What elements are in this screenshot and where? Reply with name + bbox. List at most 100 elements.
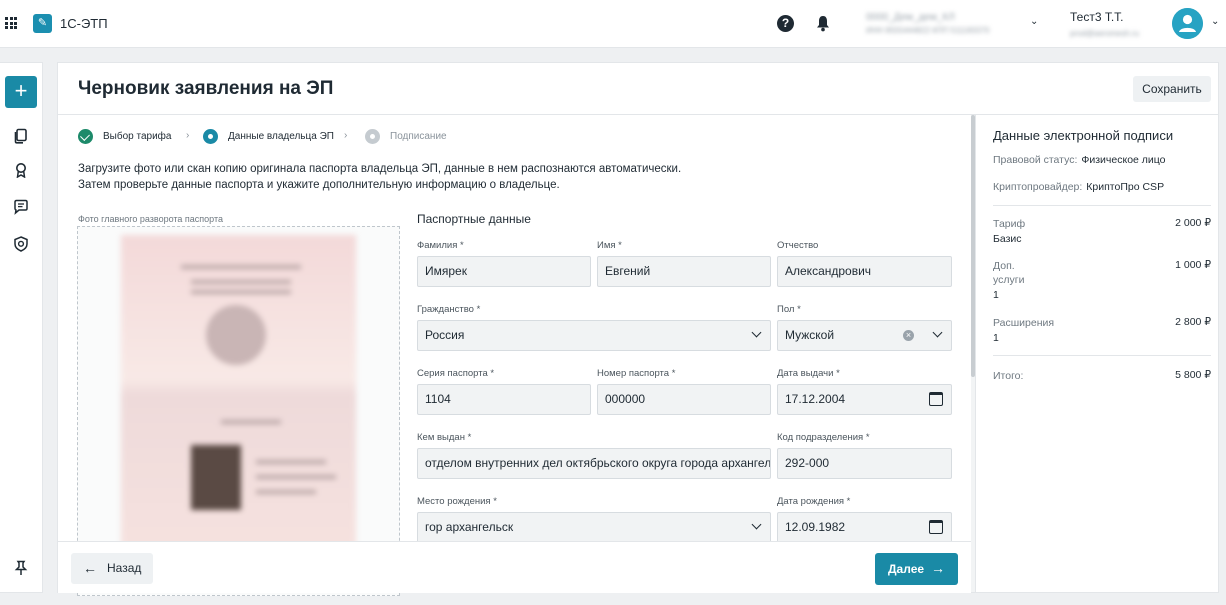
side-divider (975, 115, 976, 592)
gender-label: Пол * (777, 304, 801, 315)
avatar[interactable] (1172, 8, 1203, 39)
step-label: Выбор тарифа (103, 131, 172, 142)
extensions-row: Расширения 1 2 800 ₽ (993, 316, 1211, 346)
pin-icon[interactable] (13, 560, 29, 576)
issued-by-field[interactable]: отделом внутренних дел октябрьского окру… (417, 448, 771, 479)
save-button[interactable]: Сохранить (1133, 76, 1211, 102)
last-name-field[interactable]: Имярек (417, 256, 591, 287)
passport-number-label: Номер паспорта * (597, 368, 676, 379)
first-name-field[interactable]: Евгений (597, 256, 771, 287)
step-label: Подписание (390, 131, 447, 142)
patronymic-label: Отчество (777, 240, 819, 251)
org-details: ИНН 8555444822 КПП 511183370 (866, 26, 990, 35)
extensions-price: 2 800 ₽ (1175, 316, 1211, 328)
chevron-down-icon[interactable] (751, 519, 762, 530)
first-name-label: Имя * (597, 240, 622, 251)
back-button[interactable]: ← Назад (71, 553, 153, 584)
bell-icon[interactable] (816, 15, 830, 32)
crypto-provider-key: Криптопровайдер: (993, 181, 1083, 193)
security-shield-icon[interactable] (13, 236, 29, 252)
step-owner-data[interactable]: Данные владельца ЭП (203, 129, 334, 144)
user-email: prod@aeromesh.ru (1070, 29, 1140, 38)
passport-series-label: Серия паспорта * (417, 368, 495, 379)
issue-date-value: 17.12.2004 (785, 392, 846, 406)
check-icon (78, 129, 93, 144)
passport-series-field[interactable]: 1104 (417, 384, 591, 415)
step-chevron-right-icon: › (186, 130, 190, 141)
arrow-left-icon: ← (83, 560, 97, 576)
birth-date-value: 12.09.1982 (785, 520, 846, 534)
tariff-value: Базис (993, 233, 1022, 245)
passport-number-field[interactable]: 000000 (597, 384, 771, 415)
help-icon[interactable]: ? (777, 15, 794, 32)
crypto-provider-row: Криптопровайдер: КриптоПро CSP (993, 181, 1164, 193)
step-signing: Подписание (365, 129, 447, 144)
issue-date-field[interactable]: 17.12.2004 (777, 384, 952, 415)
instructions: Загрузите фото или скан копию оригинала … (78, 161, 718, 193)
birth-place-label: Место рождения * (417, 496, 497, 507)
citizenship-value: Россия (425, 328, 465, 342)
step-tariff[interactable]: Выбор тарифа (78, 129, 171, 144)
application-form-card: Черновик заявления на ЭП Сохранить Выбор… (57, 62, 1219, 596)
extra-services-price: 1 000 ₽ (1175, 259, 1211, 271)
page-title: Черновик заявления на ЭП (78, 78, 334, 99)
division-code-field[interactable]: 292-000 (777, 448, 952, 479)
crypto-provider-value: КриптоПро CSP (1086, 181, 1165, 193)
chat-icon[interactable] (13, 199, 29, 215)
last-name-label: Фамилия * (417, 240, 464, 251)
user-name: Тест3 Т.Т. (1070, 10, 1124, 24)
birth-date-field[interactable]: 12.09.1982 (777, 512, 952, 543)
patronymic-field[interactable]: Александрович (777, 256, 952, 287)
user-menu[interactable]: Тест3 Т.Т. prod@aeromesh.ru (1070, 10, 1165, 38)
step-chevron-right-icon: › (344, 130, 348, 141)
extensions-count: 1 (993, 332, 999, 344)
header-divider (58, 114, 1218, 115)
organization-selector[interactable]: 0000_Дем_дем_КЛ ИНН 8555444822 КПП 51118… (866, 12, 1026, 38)
photo-label: Фото главного разворота паспорта (78, 214, 224, 224)
step-label: Данные владельца ЭП (228, 131, 334, 142)
app-logo-icon[interactable]: ✎ (33, 14, 52, 33)
summary-title: Данные электронной подписи (993, 128, 1174, 143)
app-title[interactable]: 1С-ЭТП (60, 16, 108, 31)
total-price: 5 800 ₽ (1175, 369, 1211, 381)
birth-place-value: гор архангельск (425, 520, 514, 534)
extra-services-count: 1 (993, 289, 999, 301)
division-code-label: Код подразделения * (777, 432, 870, 443)
gender-value: Мужской (785, 328, 835, 342)
org-chevron-down-icon[interactable]: ⌄ (1030, 16, 1038, 27)
clear-icon[interactable]: × (903, 330, 914, 341)
left-sidebar: + (0, 62, 43, 593)
tariff-price: 2 000 ₽ (1175, 217, 1211, 229)
apps-grid-icon[interactable] (5, 17, 17, 29)
passport-image (121, 235, 356, 555)
certificate-award-icon[interactable] (13, 162, 29, 178)
calendar-icon[interactable] (929, 520, 943, 534)
total-row: Итого: 5 800 ₽ (993, 369, 1211, 383)
create-new-button[interactable]: + (5, 76, 37, 108)
org-name: 0000_Дем_дем_КЛ (866, 12, 955, 23)
documents-icon[interactable] (13, 128, 29, 144)
tariff-row: Тариф Базис 2 000 ₽ (993, 217, 1211, 247)
next-button[interactable]: Далее → (875, 553, 958, 585)
next-label: Далее (888, 562, 925, 576)
birth-date-label: Дата рождения * (777, 496, 851, 507)
user-chevron-down-icon[interactable]: ⌄ (1211, 16, 1219, 27)
arrow-right-icon: → (931, 560, 945, 576)
top-bar: ✎ 1С-ЭТП ? 0000_Дем_дем_КЛ ИНН 855544482… (0, 0, 1226, 48)
passport-section-title: Паспортные данные (417, 212, 531, 226)
back-label: Назад (107, 561, 142, 575)
chevron-down-icon[interactable] (751, 327, 762, 338)
legal-status-key: Правовой статус: (993, 154, 1078, 166)
extra-services-name-cont: услуги (993, 274, 1025, 286)
calendar-icon[interactable] (929, 392, 943, 406)
chevron-down-icon[interactable] (932, 327, 943, 338)
issue-date-label: Дата выдачи * (777, 368, 840, 379)
legal-status-row: Правовой статус: Физическое лицо (993, 154, 1166, 166)
birth-place-select[interactable]: гор архангельск (417, 512, 771, 543)
summary-divider (993, 205, 1211, 206)
instructions-line: Затем проверьте данные паспорта и укажит… (78, 179, 560, 191)
legal-status-value: Физическое лицо (1081, 154, 1166, 166)
citizenship-select[interactable]: Россия (417, 320, 771, 351)
active-step-icon (203, 129, 218, 144)
gender-select[interactable]: Мужской × (777, 320, 952, 351)
